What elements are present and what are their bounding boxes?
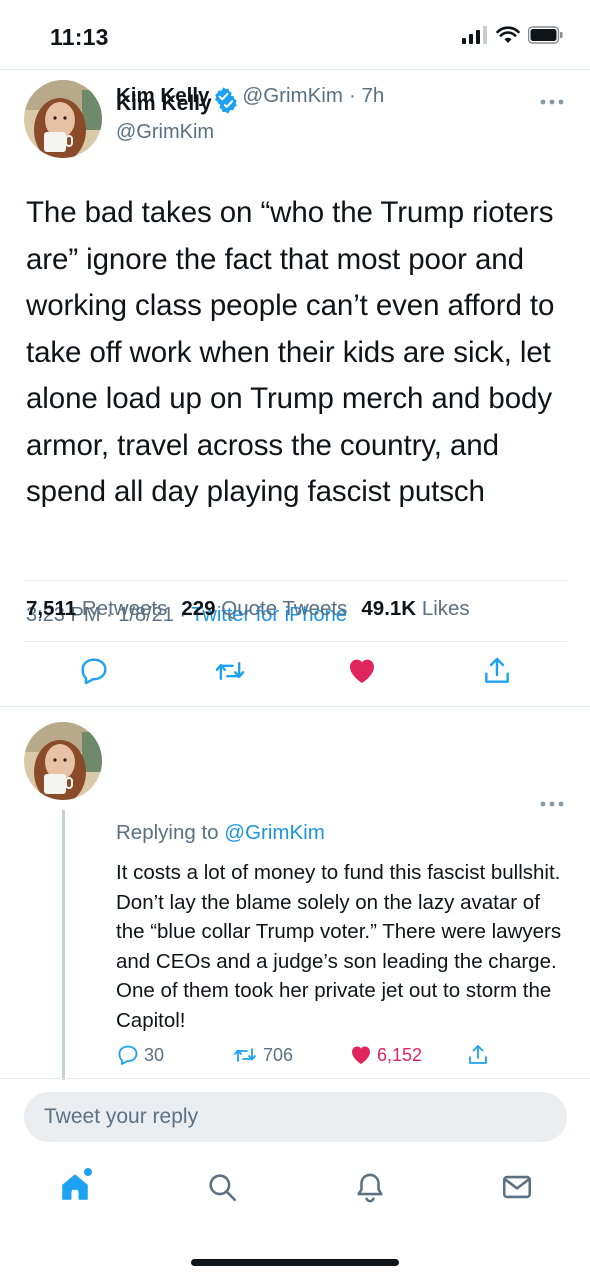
avatar-image — [24, 722, 102, 800]
reply-icon — [118, 1045, 138, 1065]
reply-author-name: Kim Kelly — [116, 84, 210, 107]
retweet-icon — [234, 1048, 256, 1062]
reply-count: 30 — [144, 1044, 165, 1065]
more-icon[interactable] — [540, 98, 564, 106]
replying-prefix: Replying to — [116, 821, 219, 844]
divider — [0, 1078, 590, 1079]
reply-actions: 30 706 6,152 — [116, 1043, 576, 1073]
verified-badge-icon — [215, 86, 233, 106]
share-icon — [469, 1045, 487, 1064]
tab-messages[interactable] — [500, 1170, 534, 1209]
retweets-count: 7,511 — [26, 597, 77, 620]
reply-text: It costs a lot of money to fund this fas… — [116, 861, 562, 1032]
reply-input[interactable]: Tweet your reply — [24, 1092, 567, 1142]
status-icons — [462, 26, 564, 44]
wifi-icon — [496, 26, 520, 43]
reply-share-button[interactable] — [466, 1043, 490, 1067]
bell-icon — [357, 1173, 383, 1203]
home-notification-dot — [84, 1168, 92, 1176]
quotes-stat[interactable]: 229 Quote Tweets — [181, 597, 347, 621]
tweet-actions — [0, 655, 590, 695]
tab-notifications[interactable] — [353, 1170, 387, 1209]
replying-to-link[interactable]: @GrimKim — [224, 821, 325, 844]
likes-count: 49.1K — [361, 597, 417, 620]
reply-icon[interactable] — [78, 655, 110, 687]
tab-home[interactable] — [58, 1168, 92, 1209]
heart-icon[interactable] — [346, 655, 378, 687]
status-time: 11:13 — [50, 24, 109, 50]
like-count: 6,152 — [377, 1044, 423, 1065]
signal-icon — [462, 26, 487, 44]
tweet-stats: 7,511 Retweets 229 Quote Tweets 49.1K Li… — [26, 597, 470, 621]
more-icon[interactable] — [540, 800, 564, 808]
retweets-stat[interactable]: 7,511 Retweets — [26, 597, 167, 621]
author-handle: @GrimKim — [116, 121, 215, 143]
quotes-label: Quote Tweets — [221, 597, 348, 620]
battery-icon — [528, 26, 563, 44]
reply-age: · 7h — [348, 84, 385, 107]
avatar-image — [24, 80, 102, 158]
retweet-count: 706 — [263, 1044, 294, 1065]
likes-stat[interactable]: 49.1K Likes — [361, 597, 469, 621]
quotes-count: 229 — [181, 597, 216, 620]
divider — [0, 706, 590, 707]
share-icon[interactable] — [481, 655, 513, 687]
reply-reply-button[interactable]: 30 — [116, 1043, 164, 1067]
thread-line — [62, 810, 65, 1080]
retweet-icon[interactable] — [213, 655, 247, 687]
mail-icon — [502, 1175, 532, 1199]
avatar[interactable] — [24, 80, 102, 158]
status-bar: 11:13 — [0, 0, 590, 70]
likes-label: Likes — [421, 597, 470, 620]
divider — [24, 580, 567, 581]
reply-retweet-button[interactable]: 706 — [231, 1043, 293, 1067]
replying-to: Replying to @GrimKim — [116, 821, 325, 845]
tweet-text: The bad takes on “who the Trump rioters … — [26, 196, 555, 508]
reply-author-handle: @GrimKim — [242, 84, 343, 107]
search-icon — [209, 1174, 237, 1202]
bottom-nav — [0, 1160, 590, 1220]
reply-header[interactable]: Kim Kelly @GrimKim · 7h — [116, 84, 384, 108]
tab-search[interactable] — [205, 1170, 239, 1209]
avatar[interactable] — [24, 722, 102, 800]
reply-like-button[interactable]: 6,152 — [349, 1043, 422, 1067]
home-indicator[interactable] — [191, 1259, 399, 1266]
divider — [24, 641, 567, 642]
header-divider — [0, 69, 590, 70]
retweets-label: Retweets — [81, 597, 168, 620]
heart-icon — [352, 1046, 370, 1064]
